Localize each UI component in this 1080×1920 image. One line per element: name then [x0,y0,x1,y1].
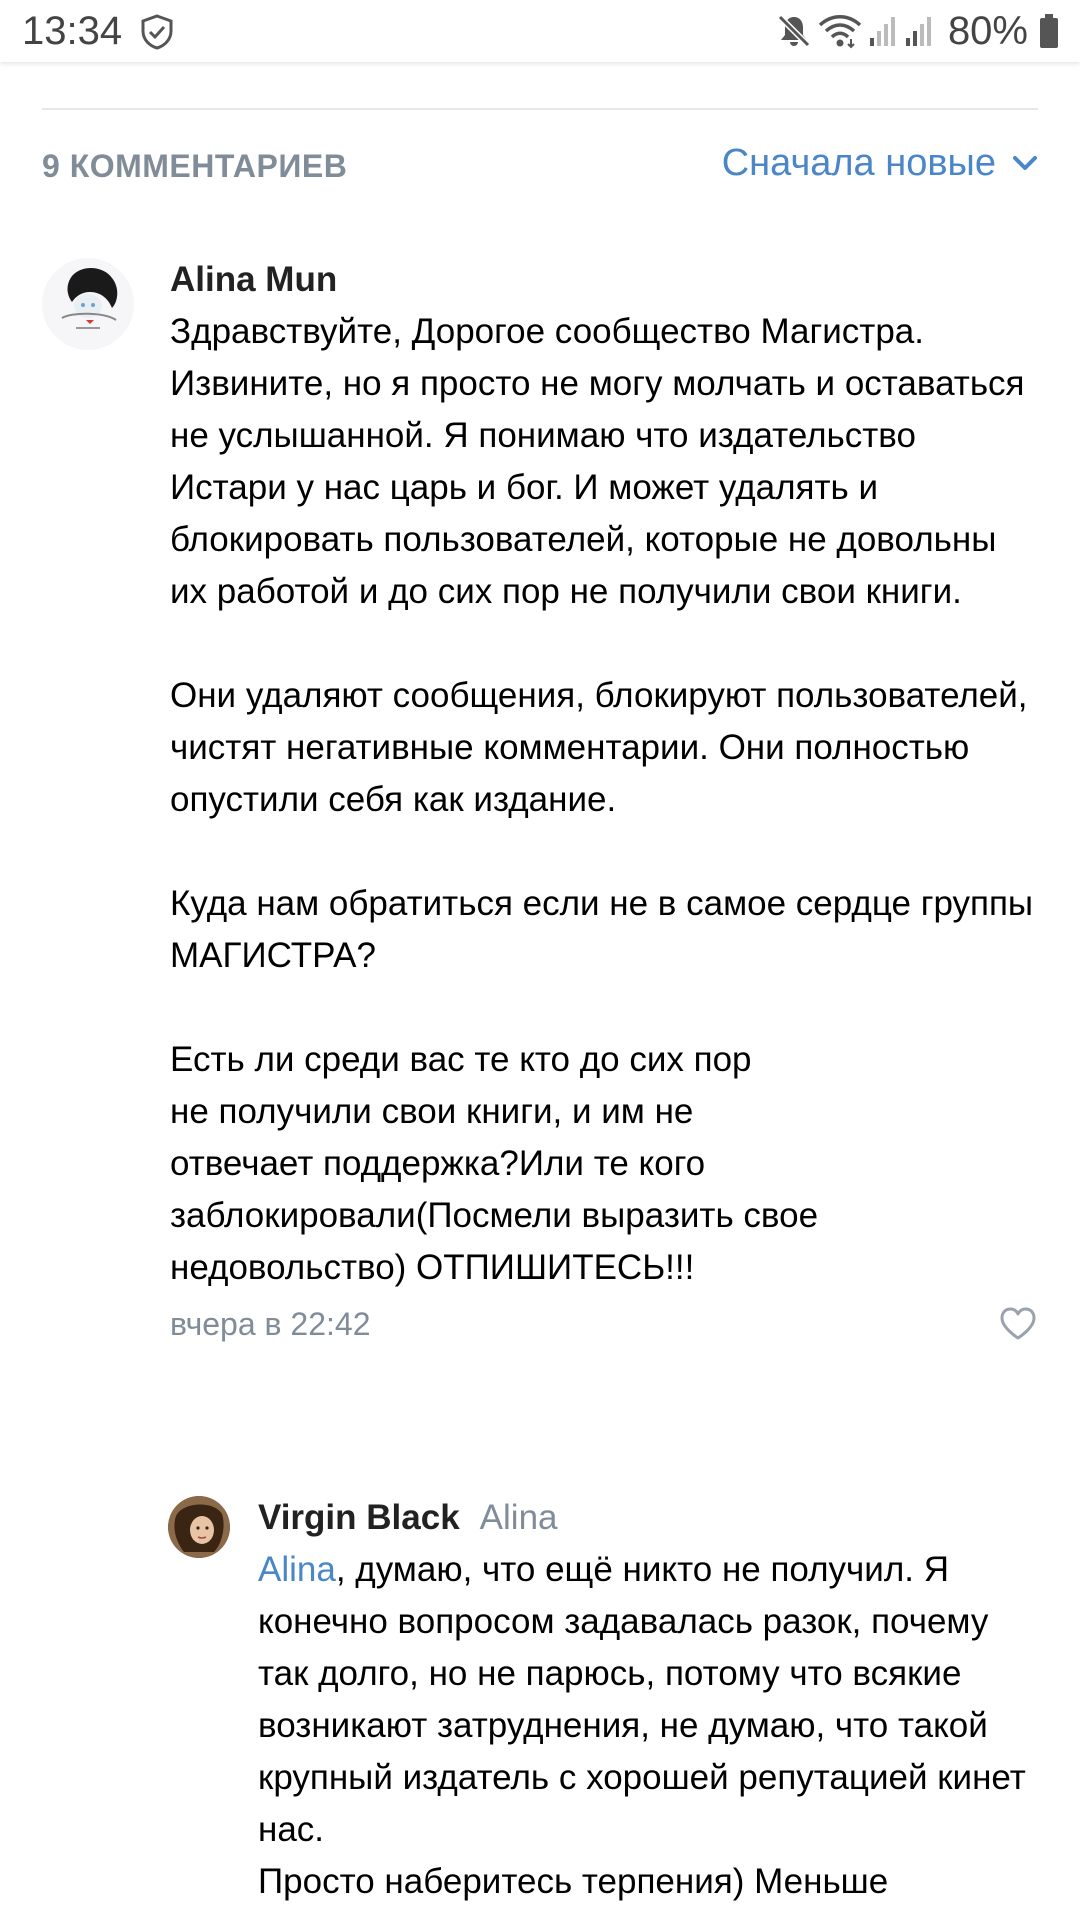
signal-icon [869,17,895,46]
comments-count: 9 КОММЕНТАРИЕВ [42,148,348,184]
divider [42,108,1038,110]
wifi-icon [818,15,862,49]
comment-text: Здравствуйте, Дорогое сообщество Магистр… [170,312,1034,1287]
comment-timestamp: вчера в 22:42 [170,1306,371,1342]
comments-header: 9 КОММЕНТАРИЕВ Сначала новые [42,138,1038,198]
comment-text-body: , думаю, что ещё никто не получил. Я кон… [258,1550,1026,1901]
comment-meta: вчера в 22:42 [170,1304,1038,1344]
reply-to-name[interactable]: Alina [480,1498,558,1537]
battery-percent: 80% [947,9,1028,53]
comment-text: Alina, думаю, что ещё никто не получил. … [258,1544,1038,1908]
sort-label: Сначала новые [721,142,996,184]
chevron-down-icon [1013,155,1037,170]
battery-icon [1040,14,1058,48]
status-icons: 80% [776,8,1060,54]
status-bar: 13:34 80% [0,0,1080,62]
avatar-image [42,258,134,350]
status-time: 13:34 [22,9,123,53]
signal-icon [905,17,931,46]
avatar[interactable] [168,1496,230,1558]
comment-author[interactable]: Alina Mun [170,258,1038,302]
heart-icon[interactable] [998,1304,1038,1344]
sort-dropdown[interactable]: Сначала новые [722,142,1038,185]
shield-icon [141,14,173,50]
avatar-image [168,1496,230,1558]
comment-author[interactable]: Virgin Black Alina [258,1496,1038,1540]
mute-icon [777,14,811,48]
avatar[interactable] [42,258,134,350]
comment-author-name[interactable]: Virgin Black [258,1498,460,1537]
mention-link[interactable]: Alina [258,1550,336,1589]
